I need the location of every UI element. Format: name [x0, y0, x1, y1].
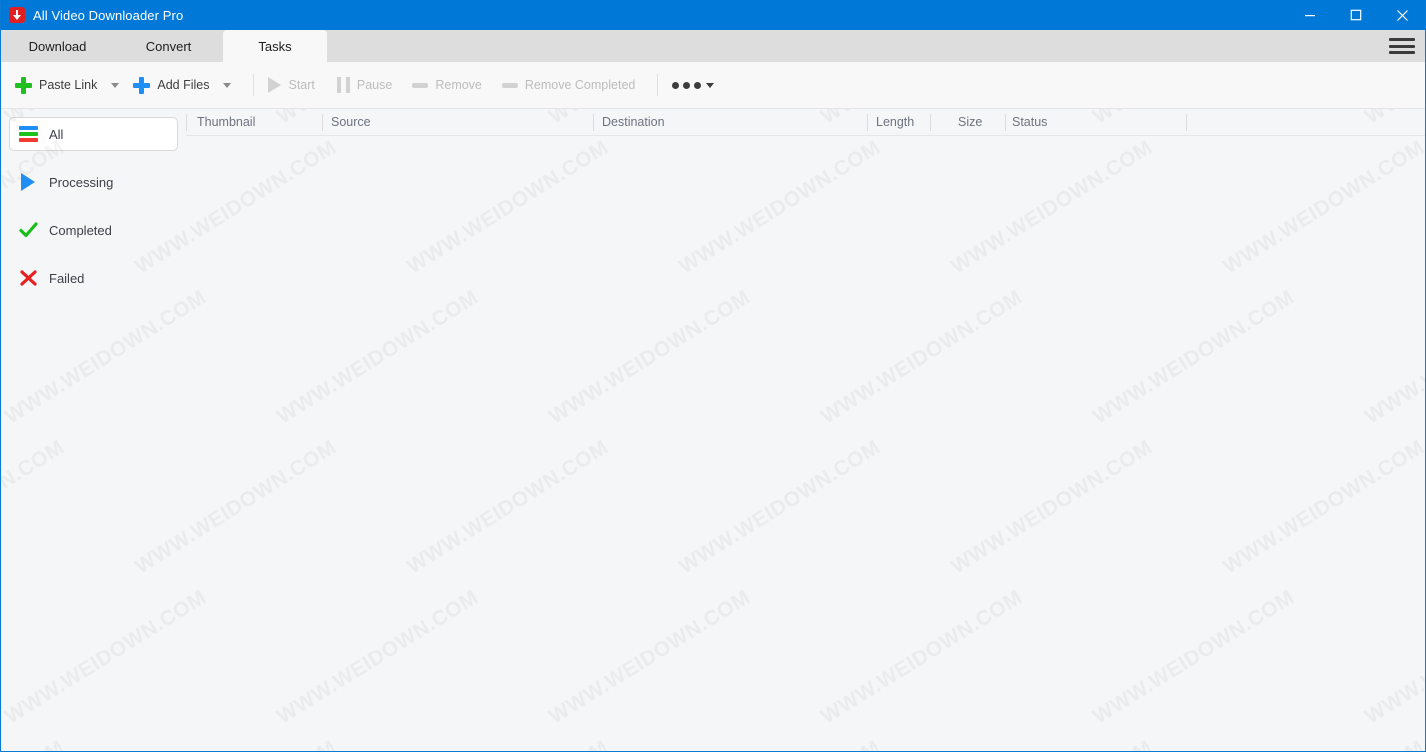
paste-link-label: Paste Link — [39, 78, 98, 92]
overflow-dropdown-icon — [706, 82, 715, 88]
sidebar-item-all[interactable]: All — [9, 117, 178, 151]
tab-convert-label: Convert — [145, 38, 192, 54]
column-header-destination[interactable]: Destination — [602, 109, 665, 135]
check-icon — [19, 221, 38, 239]
sidebar-item-completed[interactable]: Completed — [9, 213, 178, 247]
column-divider[interactable] — [867, 114, 868, 131]
sidebar-item-all-label: All — [49, 126, 64, 142]
column-divider[interactable] — [1186, 114, 1187, 131]
sidebar-item-processing-label: Processing — [49, 174, 114, 190]
add-files-button[interactable]: Add Files — [133, 70, 209, 100]
add-files-dropdown-icon[interactable] — [223, 82, 232, 88]
sidebar-item-failed-label: Failed — [49, 270, 85, 286]
pause-icon — [336, 77, 350, 93]
column-header-source[interactable]: Source — [331, 109, 371, 135]
paste-link-dropdown-icon[interactable] — [111, 82, 120, 88]
download-arrow-icon — [9, 7, 25, 23]
tab-convert[interactable]: Convert — [114, 30, 223, 62]
column-header-size[interactable]: Size — [958, 109, 982, 135]
list-lines-icon — [19, 126, 38, 142]
task-list-header-row: Thumbnail Source Destination Length Size… — [186, 109, 1425, 136]
sidebar-item-failed[interactable]: Failed — [9, 261, 178, 295]
hamburger-bar — [1389, 51, 1415, 54]
toolbar-separator — [253, 74, 255, 96]
add-files-label: Add Files — [157, 78, 210, 92]
column-header-length[interactable]: Length — [876, 109, 914, 135]
column-divider[interactable] — [593, 114, 594, 131]
tab-download[interactable]: Download — [1, 30, 114, 62]
column-divider[interactable] — [322, 114, 323, 131]
sidebar-item-processing[interactable]: Processing — [9, 165, 178, 199]
paste-link-button[interactable]: Paste Link — [15, 70, 97, 100]
more-dots-icon — [672, 81, 702, 89]
minus-icon — [501, 82, 518, 88]
remove-completed-button[interactable]: Remove Completed — [501, 70, 636, 100]
toolbar: Paste Link Add Files Start Pause Remove … — [1, 62, 1425, 109]
sidebar: All Processing Completed Failed — [1, 109, 186, 751]
minimize-icon[interactable] — [1287, 0, 1333, 30]
play-triangle-icon — [21, 173, 35, 191]
column-header-thumbnail[interactable]: Thumbnail — [197, 109, 255, 135]
overflow-button[interactable] — [672, 70, 715, 100]
toolbar-separator — [657, 74, 659, 96]
remove-completed-label: Remove Completed — [524, 78, 636, 92]
hamburger-bar — [1389, 44, 1415, 48]
column-divider[interactable] — [930, 114, 931, 131]
tab-tasks-label: Tasks — [258, 38, 292, 54]
tab-strip: Download Convert Tasks — [1, 30, 1425, 62]
plus-icon — [15, 76, 32, 94]
window-title: All Video Downloader Pro — [33, 7, 184, 23]
column-divider[interactable] — [186, 114, 187, 131]
task-list-panel: Thumbnail Source Destination Length Size… — [186, 109, 1425, 751]
column-divider[interactable] — [1005, 114, 1006, 131]
start-button[interactable]: Start — [268, 70, 315, 100]
sidebar-item-completed-label: Completed — [49, 222, 112, 238]
application-window: All Video Downloader Pro Download Conver… — [0, 0, 1426, 752]
close-icon[interactable] — [1379, 0, 1425, 30]
tab-download-label: Download — [28, 38, 87, 54]
plus-icon — [133, 76, 151, 94]
minus-icon — [412, 82, 429, 88]
remove-label: Remove — [435, 78, 482, 92]
start-label: Start — [288, 78, 315, 92]
x-mark-icon — [19, 269, 38, 287]
pause-button[interactable]: Pause — [336, 70, 393, 100]
column-header-status[interactable]: Status — [1012, 109, 1047, 135]
play-icon — [268, 77, 282, 93]
maximize-icon[interactable] — [1333, 0, 1379, 30]
remove-button[interactable]: Remove — [412, 70, 482, 100]
pause-label: Pause — [356, 78, 393, 92]
hamburger-menu-icon[interactable] — [1389, 36, 1415, 56]
tab-tasks[interactable]: Tasks — [223, 30, 327, 62]
task-list-rows[interactable] — [186, 136, 1425, 751]
title-bar: All Video Downloader Pro — [1, 0, 1425, 30]
main-body: All Processing Completed Failed Thumbnai… — [1, 109, 1425, 751]
hamburger-bar — [1389, 38, 1415, 41]
window-controls — [1287, 0, 1425, 30]
